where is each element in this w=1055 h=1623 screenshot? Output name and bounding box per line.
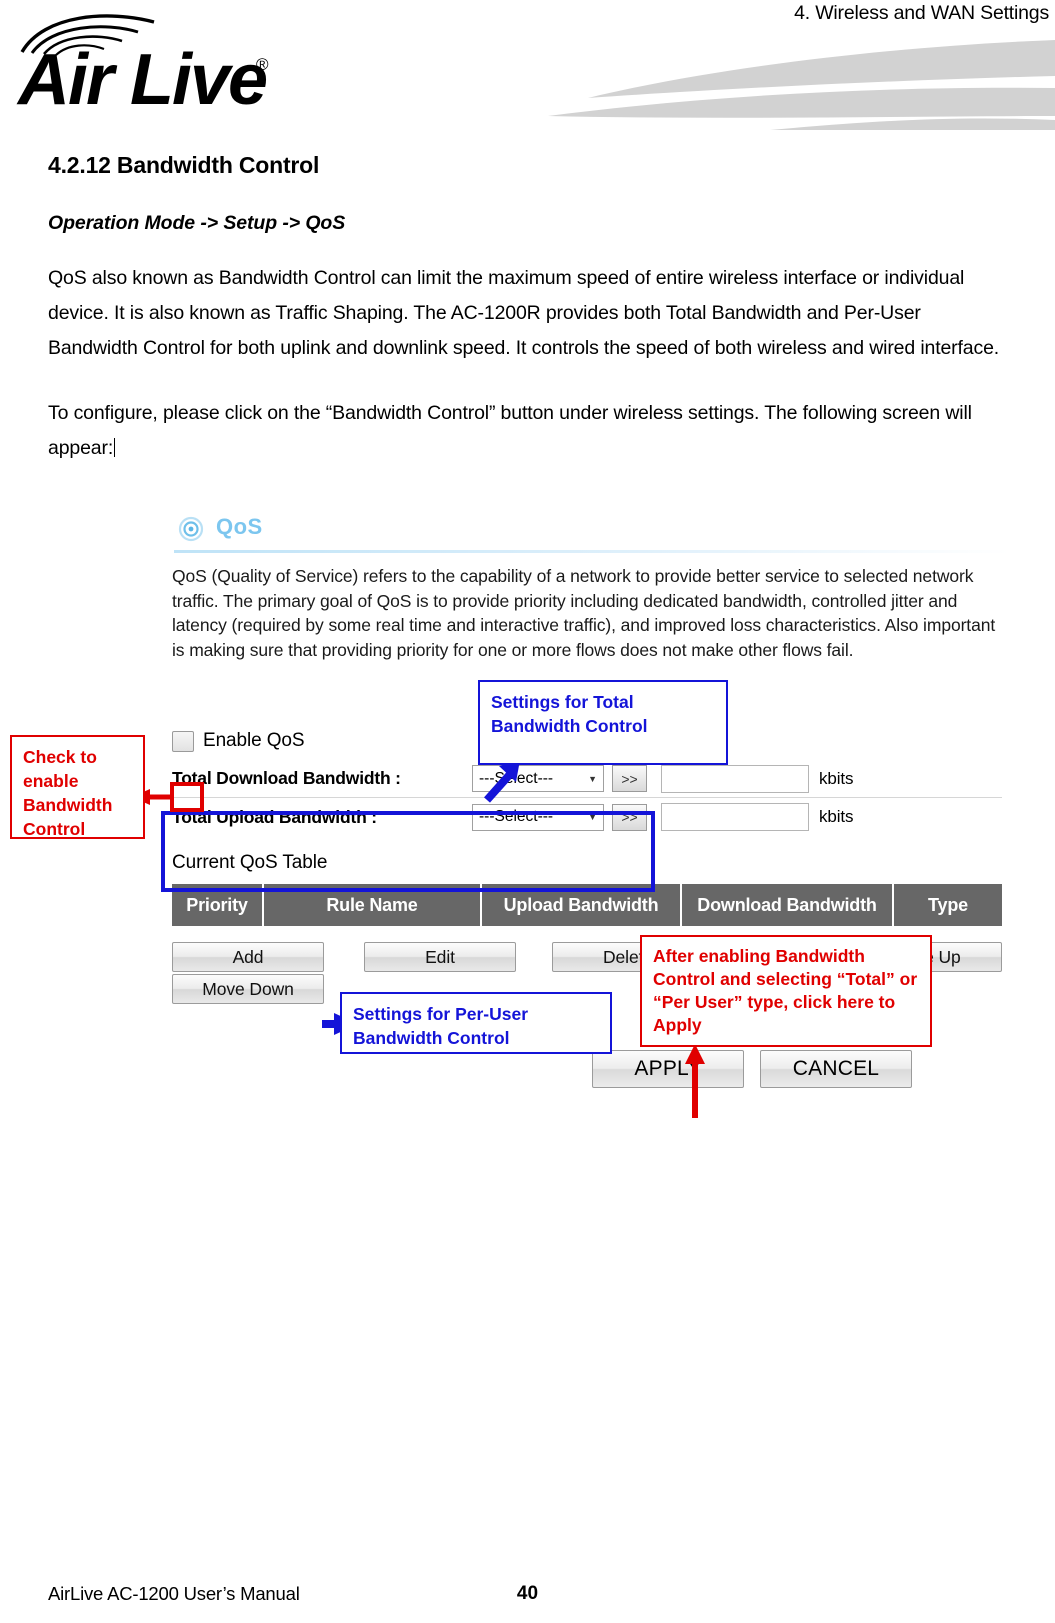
chevron-down-icon: ▼	[588, 773, 597, 784]
current-qos-table-caption: Current QoS Table	[172, 852, 328, 873]
chevron-down-icon: ▼	[588, 812, 597, 822]
running-head: 4. Wireless and WAN Settings	[794, 2, 1049, 24]
total-download-label: Total Download Bandwidth :	[172, 768, 401, 788]
registered-mark-icon: ®	[256, 55, 269, 74]
callout-apply-note: After enabling Bandwidth Control and sel…	[640, 935, 932, 1047]
total-download-unit: kbits	[819, 768, 854, 788]
add-button[interactable]: Add	[172, 942, 324, 972]
enable-qos-checkbox[interactable]	[172, 730, 194, 752]
total-upload-select-value: ---Select---	[479, 808, 554, 825]
airlive-logo: Air Live ®	[14, 8, 304, 113]
qos-description: QoS (Quality of Service) refers to the c…	[172, 566, 996, 660]
qos-panel-title: QoS	[216, 514, 263, 539]
table-header-priority: Priority	[172, 884, 264, 926]
total-upload-unit: kbits	[819, 807, 854, 826]
move-down-button[interactable]: Move Down	[172, 974, 324, 1004]
qos-panel-header: QoS	[170, 512, 1010, 553]
paragraph-configure: To configure, please click on the “Bandw…	[48, 396, 1007, 466]
callout-settings-per-user: Settings for Per-User Bandwidth Control	[340, 992, 612, 1054]
page-header: 4. Wireless and WAN Settings Air Live ®	[0, 0, 1055, 130]
table-header-download-bandwidth: Download Bandwidth	[682, 884, 894, 926]
total-upload-go-button[interactable]: >>	[612, 803, 647, 831]
page-footer: AirLive AC-1200 User’s Manual 40	[0, 1581, 1055, 1615]
target-ring-icon	[178, 516, 204, 547]
header-swoosh-graphic	[300, 28, 1055, 130]
panel-divider	[174, 550, 1010, 553]
cancel-button[interactable]: CANCEL	[760, 1050, 912, 1088]
paragraph-intro: QoS also known as Bandwidth Control can …	[48, 267, 1000, 359]
wifi-waves-icon: Air Live ®	[16, 14, 269, 113]
edit-button[interactable]: Edit	[364, 942, 516, 972]
paragraph-configure-text: To configure, please click on the “Bandw…	[48, 402, 972, 459]
svg-text:Air Live: Air Live	[16, 40, 267, 113]
table-header-rule-name: Rule Name	[264, 884, 482, 926]
form-action-buttons: APPLY CANCEL	[172, 1050, 1002, 1088]
total-download-select-value: ---Select---	[479, 769, 554, 787]
total-bandwidth-settings: Total Download Bandwidth : ---Select--- …	[172, 760, 1002, 836]
enable-qos-row[interactable]: Enable QoS	[172, 730, 305, 752]
callout-check-to-enable: Check to enable Bandwidth Control	[10, 735, 145, 839]
footer-manual-name: AirLive AC-1200 User’s Manual	[48, 1583, 300, 1604]
text-cursor	[114, 438, 116, 457]
page-title: 4.2.12 Bandwidth Control	[48, 152, 320, 178]
apply-button[interactable]: APPLY	[592, 1050, 744, 1088]
total-download-select[interactable]: ---Select--- ▼	[472, 765, 604, 792]
total-download-row: Total Download Bandwidth : ---Select--- …	[172, 760, 1002, 798]
enable-qos-label: Enable QoS	[203, 730, 305, 751]
table-header-upload-bandwidth: Upload Bandwidth	[482, 884, 682, 926]
footer-page-number: 40	[516, 1583, 539, 1604]
table-header-type: Type	[928, 894, 968, 915]
callout-settings-total: Settings for Total Bandwidth Control	[478, 680, 728, 765]
total-upload-label: Total Upload Bandwidth :	[172, 806, 377, 827]
total-download-input[interactable]	[661, 764, 809, 793]
total-upload-input[interactable]	[661, 803, 809, 831]
qos-table-header-row: Priority Rule Name Upload Bandwidth Down…	[172, 884, 1002, 926]
breadcrumb: Operation Mode -> Setup -> QoS	[48, 212, 346, 234]
total-download-go-button[interactable]: >>	[612, 765, 647, 792]
total-upload-select[interactable]: ---Select--- ▼	[472, 803, 604, 831]
total-upload-row: Total Upload Bandwidth : ---Select--- ▼ …	[172, 798, 1002, 836]
